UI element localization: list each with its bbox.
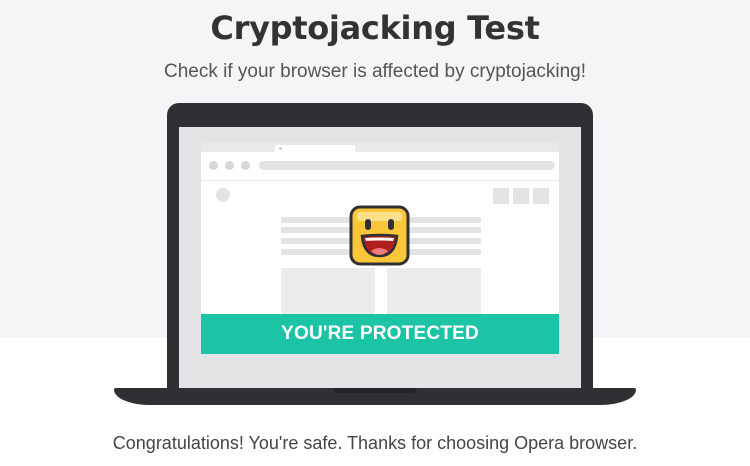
laptop-notch: [333, 388, 417, 393]
toolbar-square-icon: [493, 188, 509, 204]
page-subtitle: Check if your browser is affected by cry…: [163, 61, 587, 82]
page-title: Cryptojacking Test: [210, 9, 540, 47]
browser-tab-strip: [201, 143, 559, 152]
toolbar-square-icon: [533, 188, 549, 204]
toolbar-divider: [201, 180, 559, 181]
avatar-placeholder-icon: [216, 188, 230, 202]
toolbar-square-icon: [513, 188, 529, 204]
window-dot-icon: [209, 161, 218, 170]
browser-tab: [275, 145, 355, 152]
happy-face-icon: [348, 204, 411, 267]
tab-favicon-icon: [279, 147, 282, 150]
browser-mockup: YOU'RE PROTECTED: [201, 143, 559, 354]
placeholder-card: [387, 268, 481, 314]
placeholder-card: [281, 268, 375, 314]
result-message: Congratulations! You're safe. Thanks for…: [112, 433, 638, 453]
protected-status-banner: YOU'RE PROTECTED: [201, 314, 559, 354]
window-dot-icon: [241, 161, 250, 170]
address-bar: [259, 161, 555, 170]
window-dot-icon: [225, 161, 234, 170]
